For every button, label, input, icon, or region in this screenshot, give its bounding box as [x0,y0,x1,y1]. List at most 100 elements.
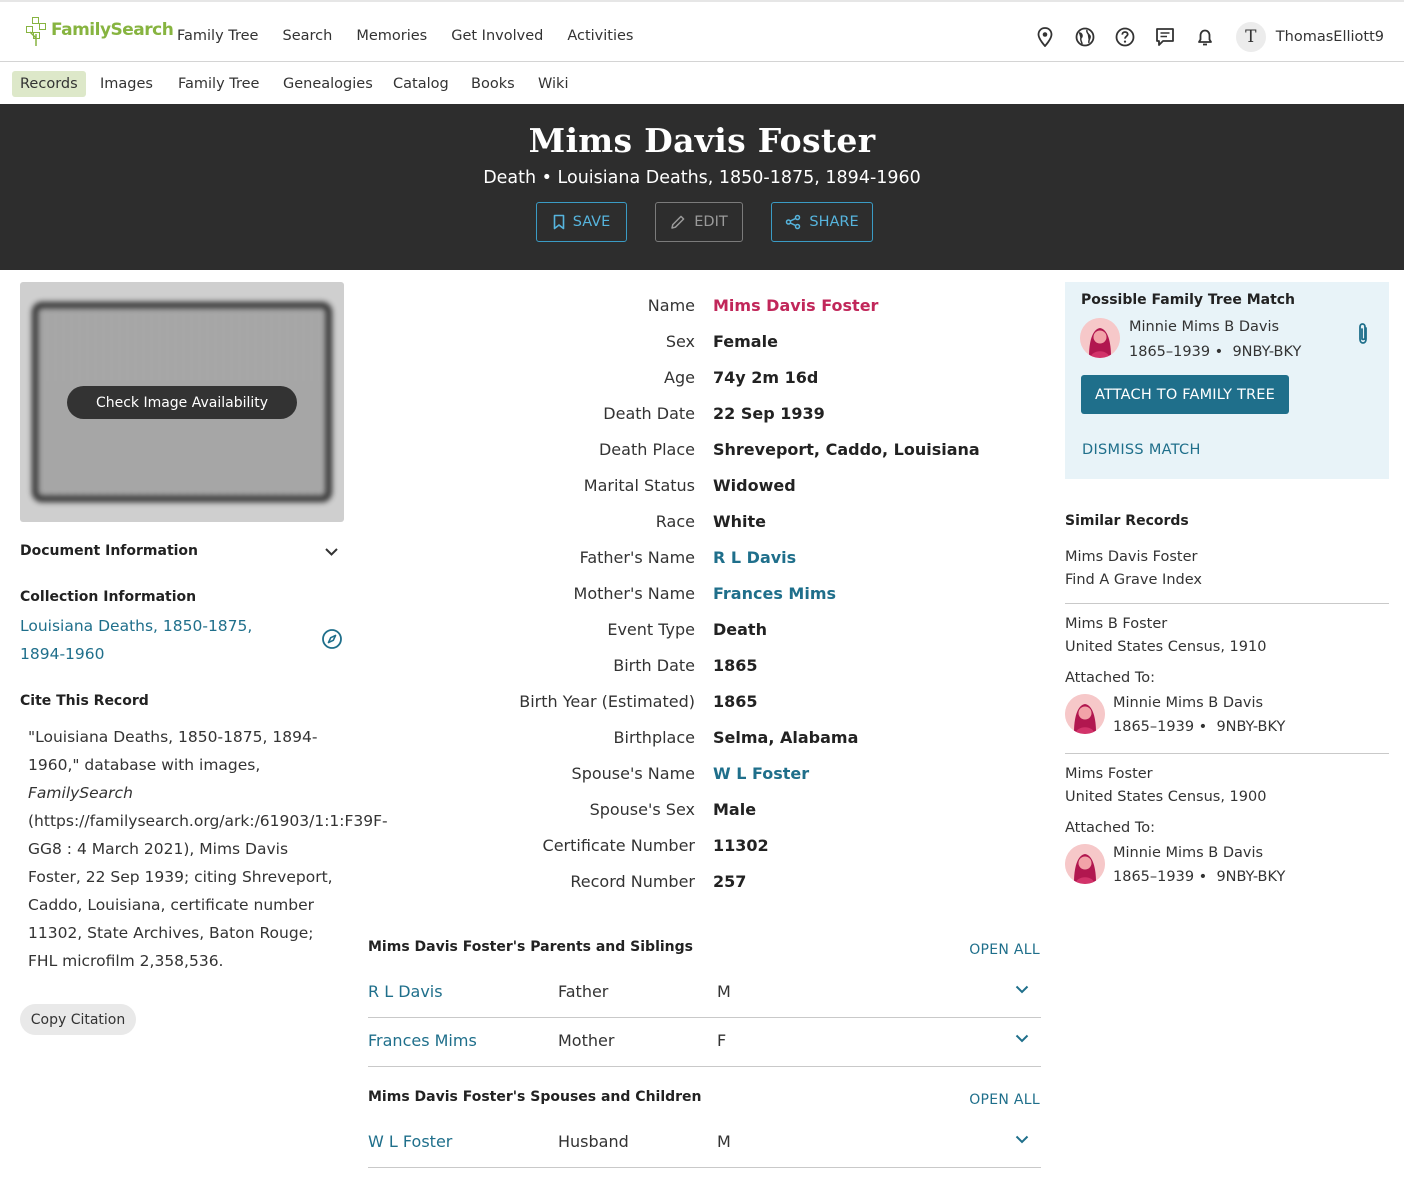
record-header: Mims Davis Foster Death • Louisiana Deat… [0,104,1404,270]
similar-record-name[interactable]: Mims Foster [1065,766,1153,782]
chevron-down-icon[interactable] [1015,1034,1029,1043]
nav-memories[interactable]: Memories [356,28,427,44]
match-pid: 9NBY-BKY [1232,344,1302,360]
help-icon[interactable] [1114,26,1136,48]
relative-name-link[interactable]: R L Davis [368,982,443,1001]
fact-value-birthplace: Selma, Alabama [713,728,859,747]
similar-record-name[interactable]: Mims B Foster [1065,616,1167,632]
dismiss-match-button[interactable]: DISMISS MATCH [1082,442,1201,458]
nav-family-tree[interactable]: Family Tree [177,28,258,44]
fact-label-race: Race [655,512,695,531]
fact-label-birthplace: Birthplace [613,728,695,747]
citation-part: (https://familysearch.org/ark:/61903/1:1… [28,812,388,970]
fact-label-certificate-number: Certificate Number [542,836,695,855]
share-button[interactable]: SHARE [771,202,873,242]
fact-value-father-s-name[interactable]: R L Davis [713,548,796,567]
relationship-type: Father [558,982,609,1001]
fact-label-sex: Sex [665,332,695,351]
familysearch-logo[interactable]: FamilySearch [24,12,174,48]
fact-value-name: Mims Davis Foster [713,296,879,315]
female-avatar-icon [1065,694,1105,734]
fact-value-death-date: 22 Sep 1939 [713,404,825,423]
relative-sex: M [717,1132,731,1151]
relationship-type: Mother [558,1031,615,1050]
top-navigation-bar: FamilySearch Family Tree Search Memories… [0,0,1404,62]
paperclip-icon[interactable] [1355,322,1371,346]
pencil-icon [671,215,685,229]
relative-name-link[interactable]: Frances Mims [368,1031,477,1050]
location-pin-icon[interactable] [1034,26,1056,48]
fact-value-spouse-s-sex: Male [713,800,757,819]
nav-activities[interactable]: Activities [567,28,633,44]
open-all-parents-button[interactable]: OPEN ALL [969,942,1040,958]
save-label: SAVE [572,214,611,230]
female-avatar-icon [1080,318,1120,358]
compass-icon[interactable] [321,628,343,650]
subnav-catalog[interactable]: Catalog [385,71,457,97]
match-person-name[interactable]: Minnie Mims B Davis [1129,319,1279,335]
fact-label-death-date: Death Date [603,404,695,423]
possible-match-title: Possible Family Tree Match [1081,292,1296,308]
relative-sex: M [717,982,731,1001]
bookmark-icon [553,214,565,230]
relationship-row[interactable]: W L Foster Husband M [368,1118,1041,1168]
globe-icon[interactable] [1074,26,1096,48]
subnav-images[interactable]: Images [92,71,161,97]
fact-label-spouse-s-sex: Spouse's Sex [589,800,695,819]
fact-value-event-type: Death [713,620,767,639]
save-button[interactable]: SAVE [536,202,627,242]
relationship-row[interactable]: Frances Mims Mother F [368,1017,1041,1067]
similar-record-collection: Find A Grave Index [1065,572,1202,588]
match-lifespan: 1865–1939 [1129,344,1211,360]
edit-button[interactable]: EDIT [655,202,743,242]
attached-lifespan: 1865–1939 [1113,869,1195,885]
messages-icon[interactable] [1154,26,1176,48]
open-all-spouses-button[interactable]: OPEN ALL [969,1092,1040,1108]
fact-label-record-number: Record Number [570,872,695,891]
username[interactable]: ThomasElliott9 [1276,29,1384,45]
chevron-down-icon[interactable] [324,547,339,557]
possible-match-panel: Possible Family Tree Match Minnie Mims B… [1065,282,1389,479]
attach-to-family-tree-button[interactable]: ATTACH TO FAMILY TREE [1081,375,1289,414]
fact-label-father-s-name: Father's Name [579,548,695,567]
collection-link[interactable]: Louisiana Deaths, 1850-1875, 1894-1960 [20,612,290,668]
fact-label-name: Name [647,296,695,315]
records-subnav: Records Images Family Tree Genealogies C… [0,62,1404,104]
chevron-down-icon[interactable] [1015,985,1029,994]
attached-pid: 9NBY-BKY [1216,719,1286,735]
notifications-bell-icon[interactable] [1194,26,1216,48]
nav-search[interactable]: Search [282,28,332,44]
nav-get-involved[interactable]: Get Involved [451,28,543,44]
relative-name-link[interactable]: W L Foster [368,1132,452,1151]
divider [1065,603,1389,604]
fact-label-birth-date: Birth Date [613,656,695,675]
document-information-heading[interactable]: Document Information [20,543,198,559]
female-avatar-icon [1065,844,1105,884]
fact-label-spouse-s-name: Spouse's Name [571,764,695,783]
subnav-records[interactable]: Records [12,71,86,97]
check-image-availability-button[interactable]: Check Image Availability [67,386,297,419]
chevron-down-icon[interactable] [1015,1135,1029,1144]
relationship-row[interactable]: R L Davis Father M [368,968,1041,1018]
attached-person-name[interactable]: Minnie Mims B Davis [1113,845,1263,861]
subnav-wiki[interactable]: Wiki [530,71,576,97]
similar-record-name[interactable]: Mims Davis Foster [1065,549,1197,565]
fact-value-spouse-s-name[interactable]: W L Foster [713,764,809,783]
edit-label: EDIT [694,214,728,230]
attached-to-label: Attached To: [1065,820,1155,836]
copy-citation-button[interactable]: Copy Citation [20,1004,136,1035]
fact-value-record-number: 257 [713,872,747,891]
family-tree-logo-icon [24,14,48,46]
subnav-books[interactable]: Books [463,71,523,97]
fact-label-death-place: Death Place [598,440,695,459]
subnav-family-tree[interactable]: Family Tree [170,71,267,97]
user-avatar[interactable]: T [1235,22,1266,52]
relationship-type: Husband [558,1132,629,1151]
collection-information-heading: Collection Information [20,589,197,605]
attached-person-name[interactable]: Minnie Mims B Davis [1113,695,1263,711]
cite-this-record-heading: Cite This Record [20,693,149,709]
similar-records-heading: Similar Records [1065,513,1189,529]
record-title: Mims Davis Foster [528,121,876,160]
fact-value-mother-s-name[interactable]: Frances Mims [713,584,836,603]
subnav-genealogies[interactable]: Genealogies [275,71,381,97]
